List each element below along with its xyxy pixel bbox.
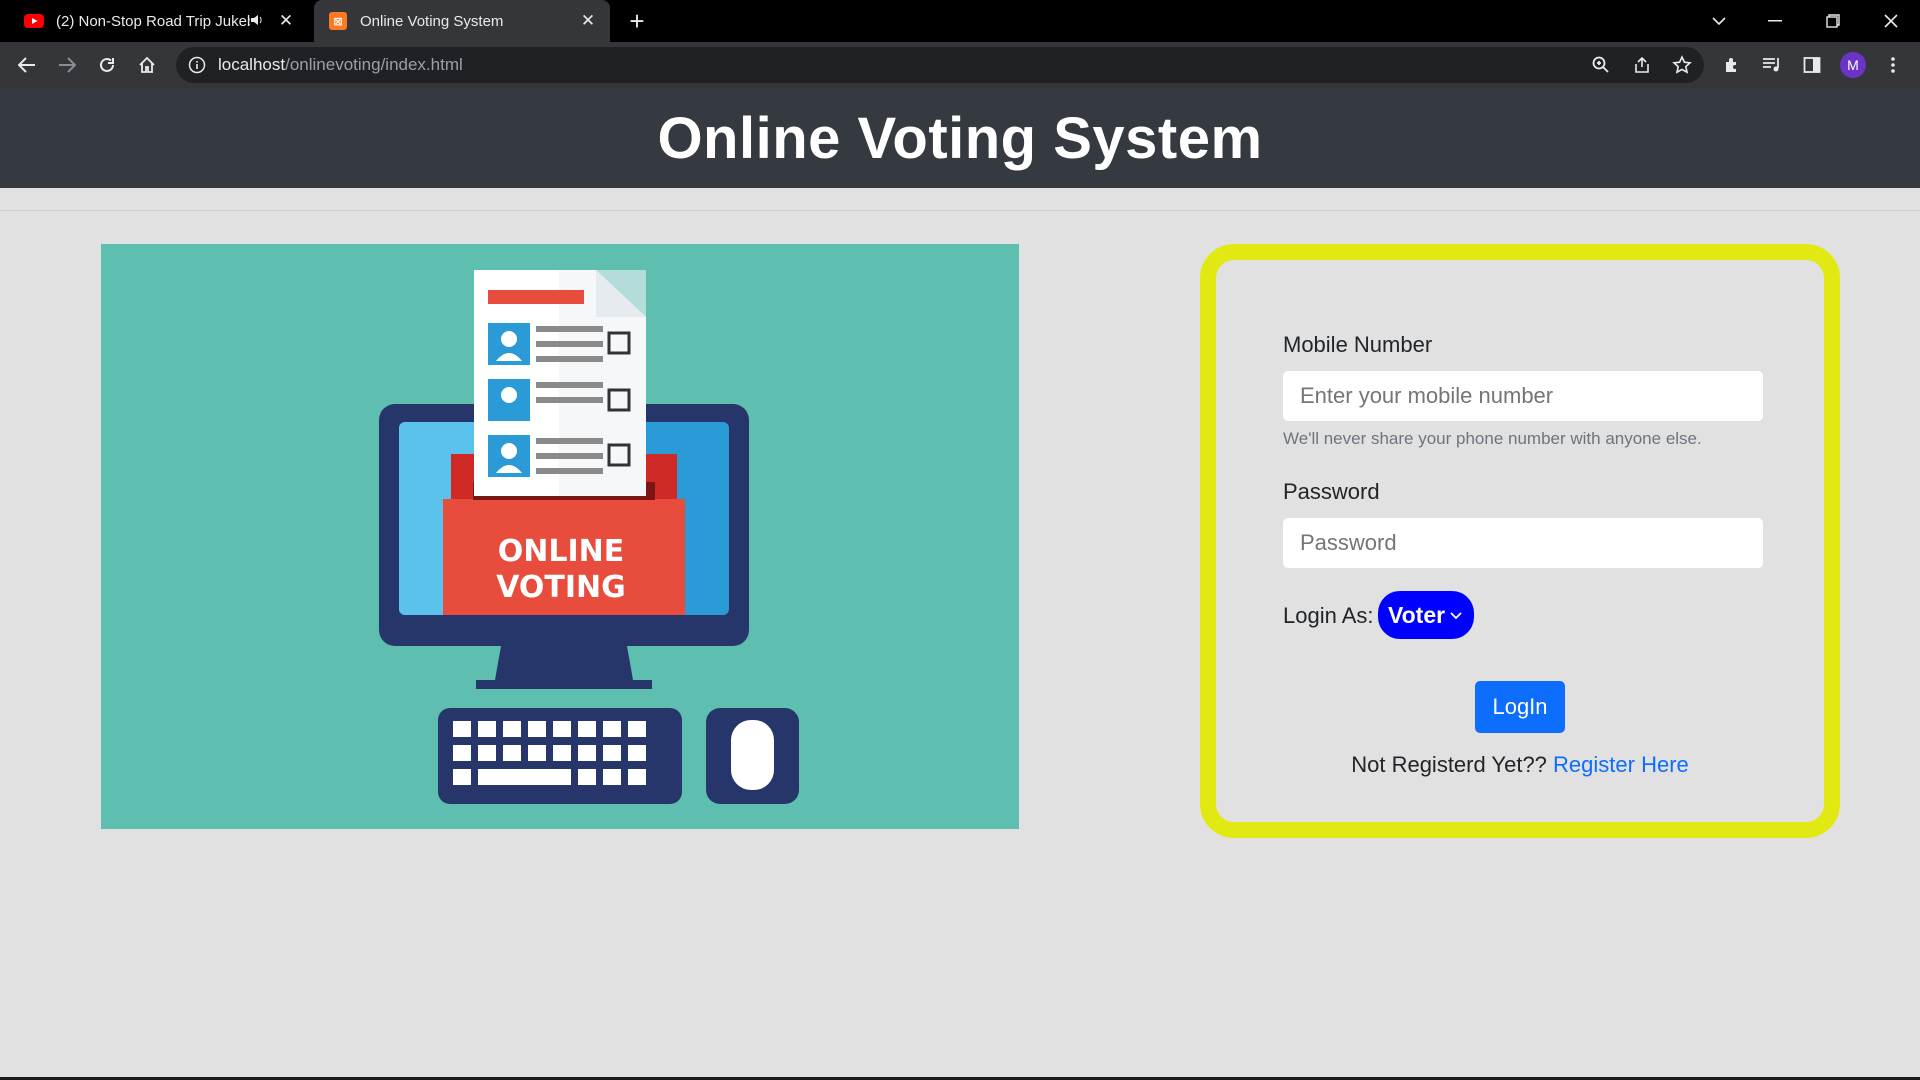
mobile-number-label: Mobile Number bbox=[1283, 332, 1433, 357]
extensions-puzzle-icon[interactable] bbox=[1719, 52, 1745, 78]
divider bbox=[0, 210, 1920, 211]
address-bar[interactable]: localhost/onlinevoting/index.html bbox=[176, 47, 1704, 83]
tab-strip: (2) Non-Stop Road Trip Jukebo ✕ ⊠ Online… bbox=[0, 0, 1920, 42]
password-input[interactable] bbox=[1283, 518, 1763, 568]
minimize-button[interactable] bbox=[1748, 0, 1802, 42]
speaker-icon[interactable] bbox=[250, 14, 266, 29]
tab-youtube[interactable]: (2) Non-Stop Road Trip Jukebo ✕ bbox=[10, 0, 308, 42]
zoom-icon[interactable] bbox=[1588, 52, 1614, 78]
page-title: Online Voting System bbox=[657, 105, 1263, 171]
youtube-icon bbox=[24, 11, 44, 31]
share-icon[interactable] bbox=[1629, 52, 1655, 78]
online-voting-illustration: ONLINE VOTING bbox=[101, 244, 1019, 829]
tab-title: (2) Non-Stop Road Trip Jukebo bbox=[56, 12, 250, 30]
tab-search-icon[interactable] bbox=[1692, 0, 1746, 42]
mobile-number-input[interactable] bbox=[1283, 371, 1763, 421]
restore-button[interactable] bbox=[1806, 0, 1860, 42]
profile-avatar[interactable]: M bbox=[1840, 52, 1866, 78]
side-panel-icon[interactable] bbox=[1799, 52, 1825, 78]
site-header: Online Voting System bbox=[0, 88, 1920, 188]
more-menu-icon[interactable] bbox=[1880, 52, 1906, 78]
bookmark-star-icon[interactable] bbox=[1669, 52, 1695, 78]
reload-icon[interactable] bbox=[92, 50, 122, 80]
register-prompt: Not Registerd Yet?? Register Here bbox=[1200, 752, 1840, 778]
close-tab-icon[interactable]: ✕ bbox=[276, 11, 296, 31]
tab-online-voting[interactable]: ⊠ Online Voting System ✕ bbox=[314, 0, 610, 42]
home-icon[interactable] bbox=[132, 50, 162, 80]
register-link[interactable]: Register Here bbox=[1553, 752, 1689, 777]
svg-text:⊠: ⊠ bbox=[333, 15, 342, 28]
tab-title: Online Voting System bbox=[360, 12, 504, 30]
register-prompt-text: Not Registerd Yet?? bbox=[1351, 752, 1547, 777]
browser-toolbar: localhost/onlinevoting/index.html bbox=[0, 42, 1920, 88]
back-arrow-icon[interactable] bbox=[12, 50, 42, 80]
role-select[interactable]: Voter bbox=[1378, 591, 1474, 639]
new-tab-button[interactable]: + bbox=[622, 6, 652, 36]
close-tab-icon[interactable]: ✕ bbox=[578, 11, 598, 31]
mobile-help-text: We'll never share your phone number with… bbox=[1283, 429, 1702, 448]
close-window-button[interactable] bbox=[1864, 0, 1918, 42]
media-control-icon[interactable] bbox=[1759, 52, 1785, 78]
chevron-down-icon bbox=[1450, 591, 1462, 639]
url-text: localhost/onlinevoting/index.html bbox=[218, 55, 463, 74]
forward-arrow-icon[interactable] bbox=[52, 50, 82, 80]
info-icon[interactable] bbox=[188, 56, 206, 79]
ballot-text-line2: VOTING bbox=[496, 570, 626, 605]
login-as-label: Login As: bbox=[1283, 603, 1374, 628]
ballot-text-line1: ONLINE bbox=[498, 534, 625, 569]
role-selected-value: Voter bbox=[1388, 602, 1446, 628]
password-label: Password bbox=[1283, 479, 1380, 504]
login-button[interactable]: LogIn bbox=[1475, 681, 1565, 733]
xampp-icon: ⊠ bbox=[328, 11, 348, 31]
